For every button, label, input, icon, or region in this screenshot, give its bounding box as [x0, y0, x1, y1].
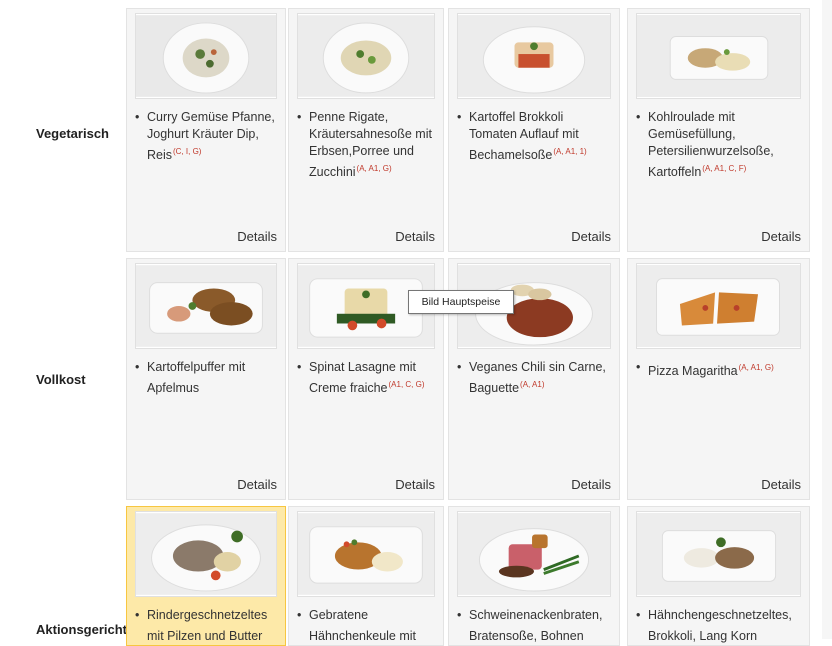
details-link[interactable]: Details: [571, 477, 611, 492]
details-link[interactable]: Details: [395, 477, 435, 492]
details-link[interactable]: Details: [237, 477, 277, 492]
allergen-codes: (A, A1, 1): [553, 147, 587, 156]
allergen-codes: (C, I, G): [173, 147, 202, 156]
dish-photo[interactable]: [457, 511, 611, 597]
dish-text: • Pizza Magaritha(A, A1, G): [636, 359, 803, 380]
details-link[interactable]: Details: [237, 229, 277, 244]
bullet: •: [636, 110, 641, 124]
dish-photo[interactable]: [135, 263, 277, 349]
category-label: Aktionsgericht: [36, 622, 128, 637]
dish-name: Rindergeschnetzeltes mit Pilzen und Butt…: [147, 608, 268, 643]
dish-card[interactable]: • Schweinenackenbraten, Bratensoße, Bohn…: [448, 506, 620, 646]
dish-name: Kartoffelpuffer mit Apfelmus: [147, 360, 246, 395]
allergen-codes: (A, A1, C, F): [702, 164, 747, 173]
dish-card[interactable]: • Kartoffel Brokkoli Tomaten Auflauf mit…: [448, 8, 620, 252]
bullet: •: [135, 110, 140, 124]
dish-text: • Schweinenackenbraten, Bratensoße, Bohn…: [457, 607, 613, 645]
dish-name: Gebratene Hähnchenkeule mit: [309, 608, 417, 643]
allergen-codes: (A1, C, G): [388, 380, 425, 389]
bullet: •: [636, 608, 641, 622]
details-link[interactable]: Details: [761, 229, 801, 244]
category-row-vegetarisch: Vegetarisch • Curry Gemüse Pfanne, Joghu…: [0, 0, 832, 252]
bullet: •: [636, 360, 641, 374]
dish-photo[interactable]: [135, 13, 277, 99]
dish-text: • Rindergeschnetzeltes mit Pilzen und Bu…: [135, 607, 279, 645]
dish-card[interactable]: • Rindergeschnetzeltes mit Pilzen und Bu…: [126, 506, 286, 646]
bullet: •: [457, 608, 462, 622]
bullet: •: [297, 110, 302, 124]
dish-photo[interactable]: [297, 511, 435, 597]
dish-photo[interactable]: [457, 13, 611, 99]
bullet: •: [297, 360, 302, 374]
dish-card[interactable]: • Kohlroulade mit Gemüsefüllung, Petersi…: [627, 8, 810, 252]
dish-name: Curry Gemüse Pfanne, Joghurt Kräuter Dip…: [147, 110, 275, 162]
details-link[interactable]: Details: [761, 477, 801, 492]
dish-name: Spinat Lasagne mit Creme fraiche: [309, 360, 417, 395]
bullet: •: [135, 360, 140, 374]
allergen-codes: (A, A1): [520, 380, 545, 389]
dish-text: • Veganes Chili sin Carne, Baguette(A, A…: [457, 359, 613, 397]
dish-photo[interactable]: [297, 13, 435, 99]
dish-text: • Kohlroulade mit Gemüsefüllung, Petersi…: [636, 109, 803, 181]
allergen-codes: (A, A1, G): [738, 363, 774, 372]
allergen-codes: (A, A1, G): [356, 164, 392, 173]
dish-photo[interactable]: [636, 13, 801, 99]
category-label: Vollkost: [36, 372, 86, 387]
dish-card[interactable]: • Pizza Magaritha(A, A1, G) Details: [627, 258, 810, 500]
dish-photo[interactable]: [636, 511, 801, 597]
dish-card[interactable]: • Kartoffelpuffer mit Apfelmus Details: [126, 258, 286, 500]
dish-text: • Hähnchengeschnetzeltes, Brokkoli, Lang…: [636, 607, 803, 645]
dish-text: • Spinat Lasagne mit Creme fraiche(A1, C…: [297, 359, 437, 397]
dish-card[interactable]: • Curry Gemüse Pfanne, Joghurt Kräuter D…: [126, 8, 286, 252]
dish-name: Pizza Magaritha: [648, 364, 738, 378]
image-tooltip: Bild Hauptspeise: [408, 290, 514, 314]
dish-text: • Penne Rigate, Kräutersahnesoße mit Erb…: [297, 109, 437, 181]
dish-name: Veganes Chili sin Carne, Baguette: [469, 360, 606, 395]
dish-photo[interactable]: [636, 263, 801, 349]
dish-card[interactable]: • Gebratene Hähnchenkeule mit: [288, 506, 444, 646]
dish-text: • Kartoffelpuffer mit Apfelmus: [135, 359, 279, 397]
details-link[interactable]: Details: [571, 229, 611, 244]
category-row-aktionsgericht: Aktionsgericht • Rindergeschnetzeltes mi…: [0, 504, 832, 646]
bullet: •: [457, 360, 462, 374]
bullet: •: [457, 110, 462, 124]
category-label: Vegetarisch: [36, 126, 109, 141]
dish-name: Hähnchengeschnetzeltes, Brokkoli, Lang K…: [648, 608, 792, 643]
bullet: •: [135, 608, 140, 622]
dish-card[interactable]: • Hähnchengeschnetzeltes, Brokkoli, Lang…: [627, 506, 810, 646]
dish-text: • Curry Gemüse Pfanne, Joghurt Kräuter D…: [135, 109, 279, 164]
bullet: •: [297, 608, 302, 622]
details-link[interactable]: Details: [395, 229, 435, 244]
dish-card[interactable]: • Penne Rigate, Kräutersahnesoße mit Erb…: [288, 8, 444, 252]
dish-name: Schweinenackenbraten, Bratensoße, Bohnen: [469, 608, 603, 643]
dish-photo[interactable]: [135, 511, 277, 597]
dish-text: • Kartoffel Brokkoli Tomaten Auflauf mit…: [457, 109, 613, 164]
dish-text: • Gebratene Hähnchenkeule mit: [297, 607, 437, 645]
